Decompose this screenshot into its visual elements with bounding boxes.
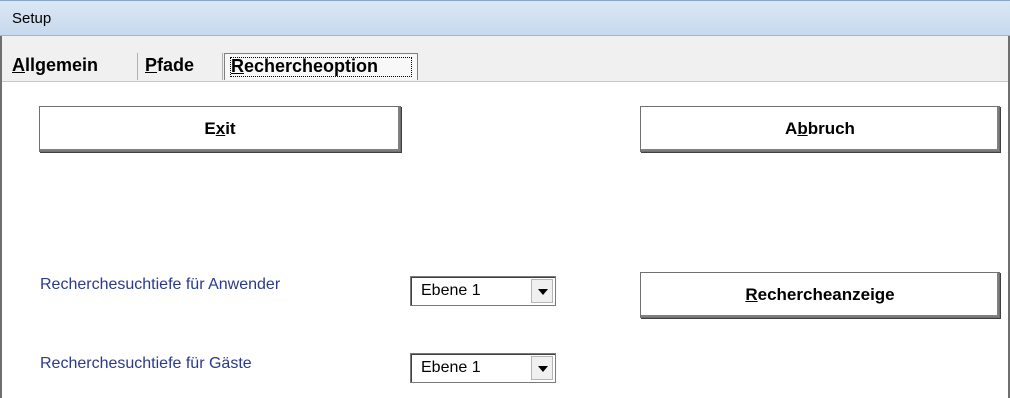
- tab-rechercheoption[interactable]: Rechercheoption: [224, 53, 418, 80]
- tab-allgemein-accelerator: A: [12, 55, 25, 75]
- tab-pfade-label: fade: [157, 55, 195, 75]
- tab-strip: Allgemein Pfade Rechercheoption: [2, 36, 1008, 82]
- anwender-search-depth-label: Recherchesuchtiefe für Anwender: [40, 276, 281, 293]
- gaeste-search-depth-label: Recherchesuchtiefe für Gäste: [40, 355, 252, 372]
- gaeste-search-depth-value: Ebene 1: [421, 359, 481, 376]
- focus-rectangle: [230, 57, 412, 77]
- tab-allgemein[interactable]: Allgemein: [6, 53, 138, 80]
- abbruch-button[interactable]: Abbruch: [640, 106, 1000, 152]
- gaeste-search-depth-select[interactable]: Ebene 1: [410, 353, 556, 383]
- anwender-search-depth-value: Ebene 1: [421, 282, 481, 299]
- rechercheanzeige-button[interactable]: Rechercheanzeige: [640, 272, 1000, 318]
- tab-pfade[interactable]: Pfade: [139, 53, 223, 80]
- exit-button-accelerator: x: [215, 119, 226, 138]
- exit-button-rest: it: [225, 119, 236, 138]
- exit-button[interactable]: Exit: [39, 106, 401, 152]
- anwender-search-depth-select[interactable]: Ebene 1: [410, 276, 556, 306]
- exit-button-prefix: E: [204, 119, 216, 138]
- window-title: Setup: [12, 10, 52, 27]
- tab-allgemein-label: llgemein: [25, 55, 99, 75]
- abbruch-button-rest: bruch: [807, 119, 855, 138]
- title-bar: Setup: [0, 0, 1010, 36]
- rechercheanzeige-button-rest: echercheanzeige: [757, 285, 895, 304]
- abbruch-button-accelerator: b: [797, 119, 808, 138]
- chevron-down-icon[interactable]: [531, 356, 553, 380]
- rechercheanzeige-button-accelerator: R: [745, 285, 758, 304]
- chevron-down-icon[interactable]: [531, 279, 553, 303]
- abbruch-button-prefix: A: [785, 119, 798, 138]
- tab-pfade-accelerator: P: [145, 55, 158, 75]
